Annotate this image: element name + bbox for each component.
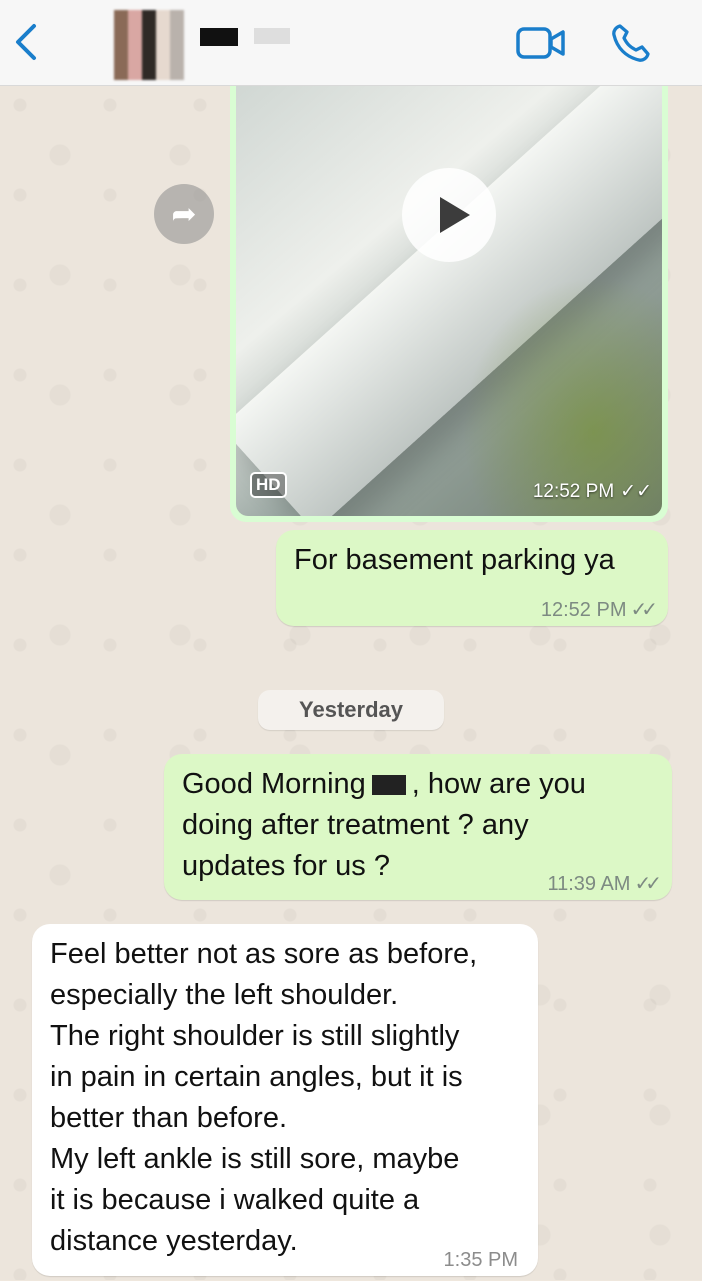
chat-header (0, 0, 702, 86)
contact-avatar[interactable] (114, 10, 184, 80)
outgoing-message[interactable]: Good Morning, how are you doing after tr… (164, 754, 672, 900)
play-icon[interactable] (402, 168, 496, 262)
double-check-icon: ✓✓ (620, 481, 652, 502)
video-thumbnail[interactable] (236, 72, 662, 516)
double-check-icon: ✓✓ (634, 873, 661, 895)
video-camera-icon[interactable] (516, 26, 566, 60)
chevron-left-icon[interactable] (12, 22, 52, 66)
outgoing-message[interactable]: For basement parking ya 12:52 PM ✓✓ (276, 530, 668, 626)
message-timestamp: 12:52 PM ✓✓ (540, 599, 658, 621)
message-timestamp: 12:52 PM ✓✓ (532, 481, 652, 502)
incoming-message[interactable]: Feel better not as sore as before, espec… (32, 924, 538, 1276)
hd-badge: HD (250, 472, 287, 498)
message-text: For basement parking ya (294, 544, 615, 576)
video-message-bubble[interactable]: HD 12:52 PM ✓✓ (230, 72, 668, 522)
message-timestamp: 1:35 PM (443, 1249, 518, 1271)
double-check-icon: ✓✓ (630, 599, 657, 621)
message-timestamp: 11:39 AM ✓✓ (547, 873, 661, 895)
date-separator: Yesterday (258, 690, 444, 730)
forward-icon[interactable]: ➦ (154, 184, 214, 244)
phone-icon[interactable] (610, 22, 652, 64)
contact-status-redacted (254, 28, 290, 44)
contact-name-redacted[interactable] (200, 28, 238, 46)
redacted-name (371, 775, 406, 795)
message-text: Feel better not as sore as before, espec… (50, 938, 478, 1257)
